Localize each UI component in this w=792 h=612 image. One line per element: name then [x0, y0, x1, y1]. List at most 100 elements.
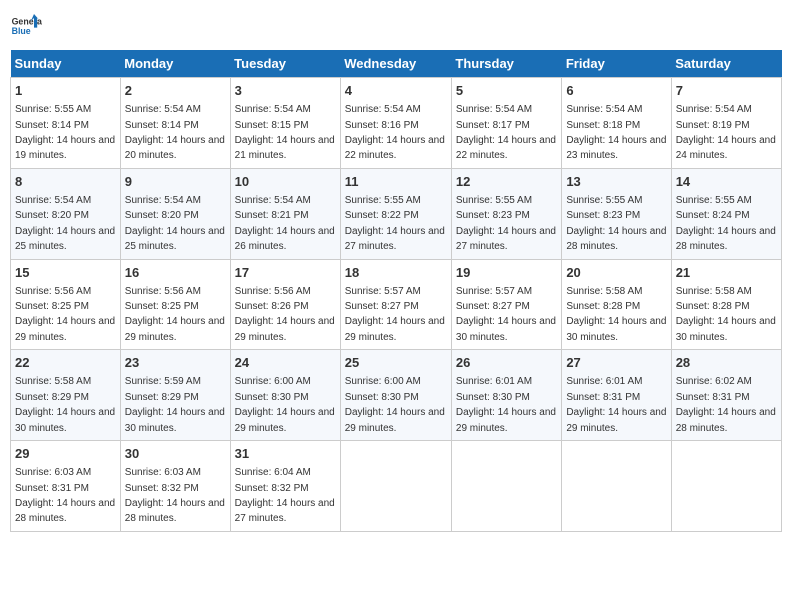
day-info: Sunrise: 6:04 AMSunset: 8:32 PMDaylight:…: [235, 467, 335, 524]
day-info: Sunrise: 5:54 AMSunset: 8:20 PMDaylight:…: [125, 195, 225, 252]
day-number: 26: [456, 354, 557, 372]
day-info: Sunrise: 5:57 AMSunset: 8:27 PMDaylight:…: [456, 286, 556, 343]
day-number: 18: [345, 264, 447, 282]
calendar-cell: 30 Sunrise: 6:03 AMSunset: 8:32 PMDaylig…: [120, 441, 230, 532]
day-info: Sunrise: 5:58 AMSunset: 8:28 PMDaylight:…: [676, 286, 776, 343]
logo-icon: General Blue: [10, 10, 42, 42]
calendar-cell: 16 Sunrise: 5:56 AMSunset: 8:25 PMDaylig…: [120, 259, 230, 350]
day-info: Sunrise: 6:00 AMSunset: 8:30 PMDaylight:…: [235, 376, 335, 433]
calendar-cell: 20 Sunrise: 5:58 AMSunset: 8:28 PMDaylig…: [562, 259, 671, 350]
day-info: Sunrise: 6:00 AMSunset: 8:30 PMDaylight:…: [345, 376, 445, 433]
day-number: 4: [345, 82, 447, 100]
calendar-cell: 5 Sunrise: 5:54 AMSunset: 8:17 PMDayligh…: [451, 78, 561, 169]
week-row-3: 15 Sunrise: 5:56 AMSunset: 8:25 PMDaylig…: [11, 259, 782, 350]
header-day-wednesday: Wednesday: [340, 50, 451, 78]
calendar-cell: [340, 441, 451, 532]
calendar-cell: 21 Sunrise: 5:58 AMSunset: 8:28 PMDaylig…: [671, 259, 781, 350]
day-number: 29: [15, 445, 116, 463]
day-number: 20: [566, 264, 666, 282]
week-row-4: 22 Sunrise: 5:58 AMSunset: 8:29 PMDaylig…: [11, 350, 782, 441]
calendar-cell: 28 Sunrise: 6:02 AMSunset: 8:31 PMDaylig…: [671, 350, 781, 441]
calendar-cell: 8 Sunrise: 5:54 AMSunset: 8:20 PMDayligh…: [11, 168, 121, 259]
calendar-cell: [671, 441, 781, 532]
day-number: 6: [566, 82, 666, 100]
day-info: Sunrise: 5:55 AMSunset: 8:14 PMDaylight:…: [15, 104, 115, 161]
day-info: Sunrise: 5:54 AMSunset: 8:16 PMDaylight:…: [345, 104, 445, 161]
day-number: 9: [125, 173, 226, 191]
calendar-cell: 10 Sunrise: 5:54 AMSunset: 8:21 PMDaylig…: [230, 168, 340, 259]
day-info: Sunrise: 5:54 AMSunset: 8:17 PMDaylight:…: [456, 104, 556, 161]
header: General Blue: [10, 10, 782, 42]
day-info: Sunrise: 5:54 AMSunset: 8:15 PMDaylight:…: [235, 104, 335, 161]
day-info: Sunrise: 5:54 AMSunset: 8:18 PMDaylight:…: [566, 104, 666, 161]
day-info: Sunrise: 5:58 AMSunset: 8:29 PMDaylight:…: [15, 376, 115, 433]
day-number: 31: [235, 445, 336, 463]
header-day-friday: Friday: [562, 50, 671, 78]
day-info: Sunrise: 5:54 AMSunset: 8:19 PMDaylight:…: [676, 104, 776, 161]
day-number: 14: [676, 173, 777, 191]
day-number: 19: [456, 264, 557, 282]
day-number: 10: [235, 173, 336, 191]
day-info: Sunrise: 5:55 AMSunset: 8:22 PMDaylight:…: [345, 195, 445, 252]
day-info: Sunrise: 5:56 AMSunset: 8:25 PMDaylight:…: [125, 286, 225, 343]
day-info: Sunrise: 5:54 AMSunset: 8:20 PMDaylight:…: [15, 195, 115, 252]
day-info: Sunrise: 5:57 AMSunset: 8:27 PMDaylight:…: [345, 286, 445, 343]
calendar-cell: 23 Sunrise: 5:59 AMSunset: 8:29 PMDaylig…: [120, 350, 230, 441]
header-row: SundayMondayTuesdayWednesdayThursdayFrid…: [11, 50, 782, 78]
day-info: Sunrise: 6:03 AMSunset: 8:31 PMDaylight:…: [15, 467, 115, 524]
day-number: 8: [15, 173, 116, 191]
day-info: Sunrise: 5:55 AMSunset: 8:24 PMDaylight:…: [676, 195, 776, 252]
day-info: Sunrise: 6:01 AMSunset: 8:30 PMDaylight:…: [456, 376, 556, 433]
day-info: Sunrise: 5:55 AMSunset: 8:23 PMDaylight:…: [456, 195, 556, 252]
calendar-cell: 14 Sunrise: 5:55 AMSunset: 8:24 PMDaylig…: [671, 168, 781, 259]
day-number: 5: [456, 82, 557, 100]
day-number: 17: [235, 264, 336, 282]
calendar-cell: 7 Sunrise: 5:54 AMSunset: 8:19 PMDayligh…: [671, 78, 781, 169]
calendar-cell: 24 Sunrise: 6:00 AMSunset: 8:30 PMDaylig…: [230, 350, 340, 441]
calendar-cell: 9 Sunrise: 5:54 AMSunset: 8:20 PMDayligh…: [120, 168, 230, 259]
calendar-cell: 11 Sunrise: 5:55 AMSunset: 8:22 PMDaylig…: [340, 168, 451, 259]
day-info: Sunrise: 5:56 AMSunset: 8:25 PMDaylight:…: [15, 286, 115, 343]
day-number: 11: [345, 173, 447, 191]
header-day-sunday: Sunday: [11, 50, 121, 78]
day-info: Sunrise: 5:54 AMSunset: 8:14 PMDaylight:…: [125, 104, 225, 161]
day-info: Sunrise: 6:02 AMSunset: 8:31 PMDaylight:…: [676, 376, 776, 433]
calendar-cell: 4 Sunrise: 5:54 AMSunset: 8:16 PMDayligh…: [340, 78, 451, 169]
calendar-cell: 22 Sunrise: 5:58 AMSunset: 8:29 PMDaylig…: [11, 350, 121, 441]
calendar-cell: 26 Sunrise: 6:01 AMSunset: 8:30 PMDaylig…: [451, 350, 561, 441]
calendar-table: SundayMondayTuesdayWednesdayThursdayFrid…: [10, 50, 782, 532]
day-number: 16: [125, 264, 226, 282]
day-number: 22: [15, 354, 116, 372]
logo: General Blue: [10, 10, 42, 42]
calendar-cell: [451, 441, 561, 532]
day-number: 12: [456, 173, 557, 191]
day-number: 3: [235, 82, 336, 100]
calendar-cell: 17 Sunrise: 5:56 AMSunset: 8:26 PMDaylig…: [230, 259, 340, 350]
day-info: Sunrise: 5:56 AMSunset: 8:26 PMDaylight:…: [235, 286, 335, 343]
calendar-cell: 1 Sunrise: 5:55 AMSunset: 8:14 PMDayligh…: [11, 78, 121, 169]
calendar-cell: 19 Sunrise: 5:57 AMSunset: 8:27 PMDaylig…: [451, 259, 561, 350]
calendar-cell: 27 Sunrise: 6:01 AMSunset: 8:31 PMDaylig…: [562, 350, 671, 441]
day-number: 7: [676, 82, 777, 100]
day-number: 1: [15, 82, 116, 100]
day-info: Sunrise: 5:55 AMSunset: 8:23 PMDaylight:…: [566, 195, 666, 252]
header-day-monday: Monday: [120, 50, 230, 78]
day-info: Sunrise: 6:03 AMSunset: 8:32 PMDaylight:…: [125, 467, 225, 524]
calendar-cell: 3 Sunrise: 5:54 AMSunset: 8:15 PMDayligh…: [230, 78, 340, 169]
header-day-thursday: Thursday: [451, 50, 561, 78]
calendar-cell: 29 Sunrise: 6:03 AMSunset: 8:31 PMDaylig…: [11, 441, 121, 532]
calendar-cell: [562, 441, 671, 532]
day-number: 13: [566, 173, 666, 191]
header-day-saturday: Saturday: [671, 50, 781, 78]
week-row-2: 8 Sunrise: 5:54 AMSunset: 8:20 PMDayligh…: [11, 168, 782, 259]
day-number: 23: [125, 354, 226, 372]
calendar-cell: 18 Sunrise: 5:57 AMSunset: 8:27 PMDaylig…: [340, 259, 451, 350]
day-info: Sunrise: 5:58 AMSunset: 8:28 PMDaylight:…: [566, 286, 666, 343]
day-number: 2: [125, 82, 226, 100]
day-number: 27: [566, 354, 666, 372]
day-number: 30: [125, 445, 226, 463]
calendar-cell: 12 Sunrise: 5:55 AMSunset: 8:23 PMDaylig…: [451, 168, 561, 259]
calendar-cell: 2 Sunrise: 5:54 AMSunset: 8:14 PMDayligh…: [120, 78, 230, 169]
day-number: 21: [676, 264, 777, 282]
calendar-cell: 25 Sunrise: 6:00 AMSunset: 8:30 PMDaylig…: [340, 350, 451, 441]
